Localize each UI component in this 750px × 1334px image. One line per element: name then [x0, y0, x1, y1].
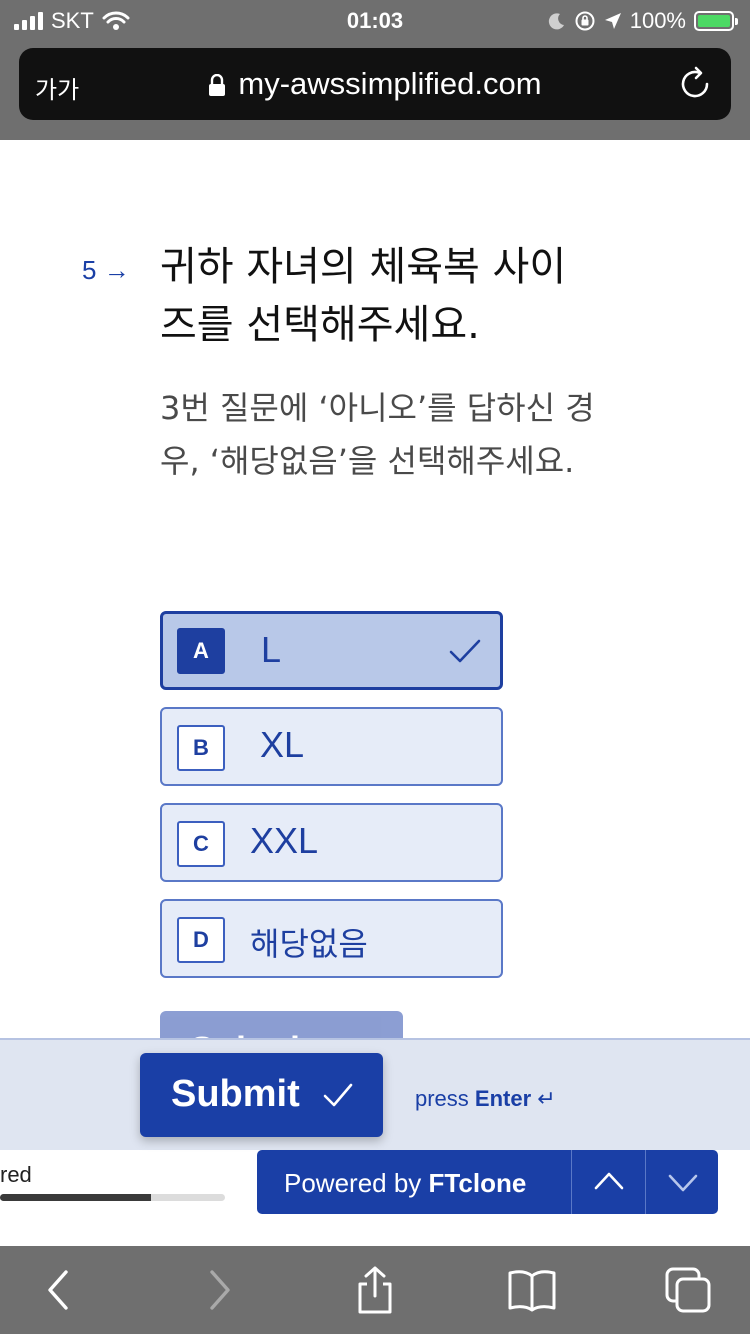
- arrow-right-icon: →: [103, 255, 130, 285]
- lock-icon: [209, 74, 226, 96]
- previous-question-button[interactable]: [571, 1150, 644, 1214]
- press-enter-hint: press Enter ↵: [415, 1086, 556, 1112]
- status-right: 100%: [548, 8, 738, 34]
- battery-percent: 100%: [629, 8, 686, 33]
- choice-c[interactable]: C XXL: [160, 803, 503, 882]
- address-bar[interactable]: 가가 my-awssimplified.com: [19, 48, 731, 120]
- url-text: my-awssimplified.com: [238, 66, 542, 101]
- moon-icon: [548, 13, 564, 30]
- chevron-down-icon: [668, 1174, 698, 1192]
- bookmarks-button[interactable]: [506, 1266, 558, 1314]
- powered-by-link[interactable]: Powered by FTclone: [284, 1168, 526, 1199]
- browser-bottom-toolbar: [0, 1246, 750, 1334]
- press-hint-text: press: [415, 1086, 469, 1111]
- powered-by-prefix: Powered by: [284, 1168, 422, 1198]
- choice-key: A: [177, 628, 225, 674]
- url-display[interactable]: my-awssimplified.com: [19, 66, 731, 102]
- progress-label: red: [0, 1162, 32, 1187]
- location-arrow-icon: [604, 13, 621, 29]
- choice-a[interactable]: A L: [160, 611, 503, 690]
- battery-icon: [694, 11, 738, 31]
- share-icon: [358, 1266, 392, 1314]
- submit-button[interactable]: Submit: [140, 1053, 383, 1137]
- checkmark-icon: [449, 639, 481, 663]
- book-icon: [508, 1270, 556, 1312]
- tabs-button[interactable]: [663, 1266, 715, 1314]
- choice-b[interactable]: B XL: [160, 707, 503, 786]
- question-title: 귀하 자녀의 체육복 사이즈를 선택해주세요.: [160, 244, 567, 348]
- chevron-up-icon: [594, 1172, 624, 1190]
- forward-button[interactable]: [192, 1266, 244, 1314]
- share-button[interactable]: [349, 1266, 401, 1314]
- powered-by-bar: Powered by FTclone: [257, 1150, 718, 1214]
- chevron-left-icon: [48, 1270, 68, 1310]
- enter-key-label: Enter: [474, 1086, 532, 1111]
- tabs-icon: [665, 1267, 711, 1313]
- choice-label: L: [261, 629, 282, 670]
- status-bar: SKT 01:03 100%: [0, 0, 750, 42]
- progress-track: [0, 1194, 225, 1201]
- submit-label: Submit: [171, 1073, 300, 1115]
- progress-fill: [0, 1194, 151, 1201]
- choice-label: XXL: [250, 820, 319, 861]
- powered-by-brand: FTclone: [428, 1168, 527, 1198]
- choice-key: C: [177, 821, 225, 867]
- choice-key: B: [177, 725, 225, 771]
- question-description: 3번 질문에 ‘아니오’를 답하신 경우, ‘해당없음’을 선택해주세요.: [160, 389, 595, 480]
- checkmark-icon: [323, 1083, 353, 1107]
- choice-label: 해당없음: [250, 925, 368, 963]
- browser-top-chrome: SKT 01:03 100% 가가 my-awssimplified.com: [0, 0, 750, 140]
- chevron-right-icon: [210, 1270, 230, 1310]
- rotation-lock-icon: [575, 11, 595, 31]
- back-button[interactable]: [34, 1266, 86, 1314]
- next-question-button[interactable]: [645, 1150, 718, 1214]
- choice-d[interactable]: D 해당없음: [160, 899, 503, 978]
- progress-indicator: red: [0, 1150, 240, 1210]
- reload-icon[interactable]: [677, 66, 713, 102]
- question-number: 5 →: [82, 255, 130, 286]
- choice-label: XL: [260, 724, 305, 765]
- return-key-icon: ↵: [537, 1086, 556, 1111]
- question-number-text: 5: [82, 255, 97, 285]
- choice-key: D: [177, 917, 225, 963]
